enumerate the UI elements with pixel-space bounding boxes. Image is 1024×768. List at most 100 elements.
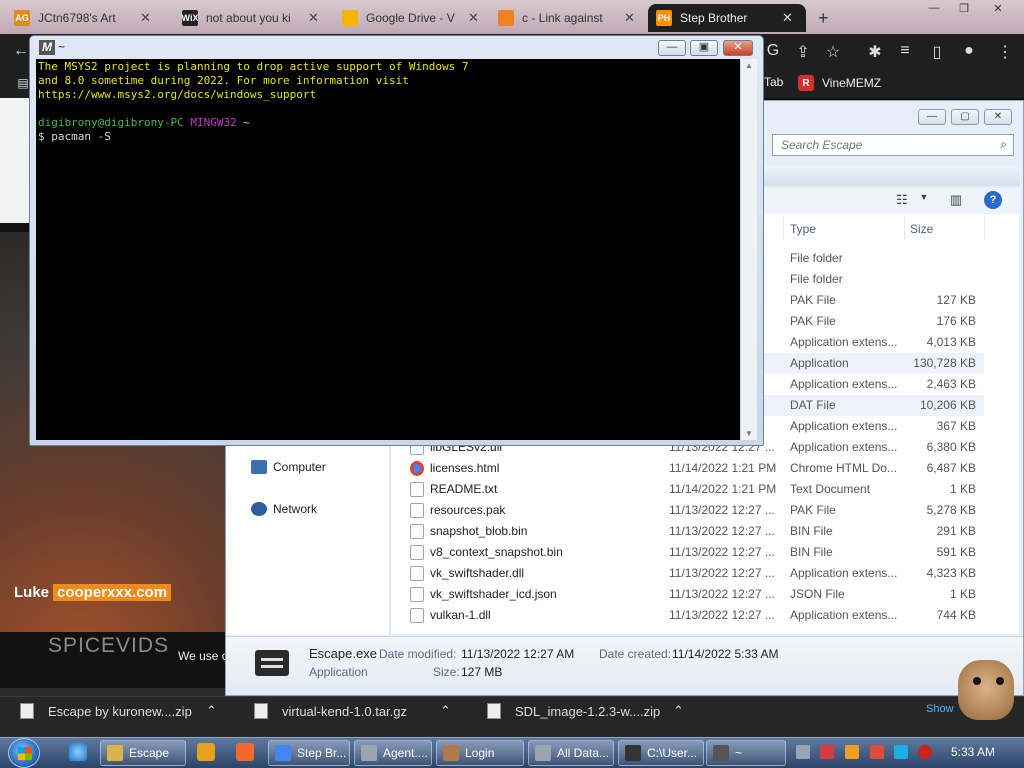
file-type: BIN File — [790, 524, 833, 538]
profile-icon[interactable]: ● — [958, 42, 980, 62]
show-all-link[interactable]: Show — [926, 703, 954, 715]
download-item[interactable]: virtual-kend-1.0.tar.gz ⌃ — [254, 703, 451, 719]
chevron-up-icon[interactable]: ⌃ — [440, 703, 451, 719]
view-options-icon[interactable]: ☷ — [892, 192, 912, 208]
column-divider[interactable] — [984, 216, 985, 240]
details-modified: 11/13/2022 12:27 AM — [461, 647, 575, 661]
taskbar-button[interactable]: Escape — [100, 740, 186, 766]
explorer-maximize-button[interactable]: ▢ — [951, 109, 979, 125]
terminal-scrollbar[interactable] — [740, 59, 757, 440]
file-size: 6,380 KB — [926, 440, 976, 454]
explorer-minimize-button[interactable]: — — [918, 109, 946, 125]
start-button[interactable] — [8, 738, 40, 768]
video-watermark: Luke cooperxxx.com — [14, 584, 172, 601]
antivirus-icon[interactable] — [820, 745, 834, 759]
bookmark-star-icon[interactable]: ☆ — [822, 42, 844, 62]
desktop-mascot — [958, 660, 1014, 720]
tab-favicon: AG — [14, 10, 30, 26]
taskbar-button[interactable]: C:\User... — [618, 740, 704, 766]
playlist-icon[interactable]: ≡ — [894, 42, 916, 62]
close-tab-icon[interactable]: ✕ — [468, 10, 479, 26]
search-tray-icon[interactable] — [845, 745, 859, 759]
column-divider[interactable] — [904, 216, 905, 240]
chevron-up-icon[interactable]: ⌃ — [673, 703, 684, 719]
browser-restore-button[interactable]: ❐ — [950, 2, 978, 20]
new-tab-button[interactable]: + — [818, 8, 829, 29]
column-header-type[interactable]: Type — [790, 222, 816, 236]
file-row[interactable]: licenses.html 11/14/2022 1:21 PM Chrome HT… — [406, 458, 984, 479]
download-label: virtual-kend-1.0.tar.gz — [282, 703, 408, 719]
column-header-size[interactable]: Size — [910, 222, 933, 236]
tab-favicon — [498, 10, 514, 26]
terminal-minimize-button[interactable]: — — [658, 40, 686, 56]
column-divider[interactable] — [783, 216, 784, 240]
file-size: 1 KB — [949, 482, 976, 496]
clock[interactable]: 5:33 AM — [951, 745, 995, 759]
nav-item-computer[interactable]: Computer — [251, 460, 326, 474]
terminal-close-button[interactable]: ✕ — [723, 40, 753, 56]
close-tab-icon[interactable]: ✕ — [624, 10, 635, 26]
terminal-maximize-button[interactable]: ▣ — [690, 40, 718, 56]
file-name: vk_swiftshader.dll — [430, 566, 525, 580]
search-icon[interactable]: ⌕ — [1000, 137, 1007, 152]
taskbar-button[interactable]: All Data... — [528, 740, 614, 766]
terminal-output[interactable]: The MSYS2 project is planning to drop ac… — [36, 59, 740, 440]
close-tab-icon[interactable]: ✕ — [308, 10, 319, 26]
nav-item-network[interactable]: Network — [251, 502, 317, 516]
file-row[interactable]: resources.pak 11/13/2022 12:27 ... PAK Fil… — [406, 500, 984, 521]
file-row[interactable]: vk_swiftshader.dll 11/13/2022 12:27 ... Ap… — [406, 563, 984, 584]
bookmark-vinememz[interactable]: R VineMEMZ — [798, 75, 881, 91]
file-row[interactable]: vulkan-1.dll 11/13/2022 12:27 ... Applicat… — [406, 605, 984, 626]
taskbar-button[interactable]: Step Br... — [268, 740, 350, 766]
file-size: 2,463 KB — [926, 377, 976, 391]
help-icon[interactable]: ? — [984, 191, 1002, 209]
explorer-close-button[interactable]: ✕ — [984, 109, 1012, 125]
tray-icon[interactable] — [796, 745, 810, 759]
download-item[interactable]: Escape by kuronew....zip ⌃ — [20, 703, 217, 719]
browser-tab[interactable]: c - Link against ✕ — [490, 4, 648, 32]
site-watermark: cooperxxx.com — [53, 584, 172, 601]
vine-icon: R — [798, 75, 814, 91]
tab-label: not about you ki — [206, 11, 291, 25]
download-item[interactable]: SDL_image-1.2.3-w....zip ⌃ — [487, 703, 684, 719]
file-row[interactable]: snapshot_blob.bin 11/13/2022 12:27 ... BIN… — [406, 521, 984, 542]
preview-pane-icon[interactable]: ▥ — [946, 192, 966, 208]
file-icon — [410, 503, 424, 518]
browser-close-button[interactable]: ✕ — [984, 2, 1012, 20]
browser-minimize-button[interactable]: — — [920, 2, 948, 20]
bookmark-tab[interactable]: Tab — [764, 75, 783, 89]
ie-icon[interactable] — [69, 743, 87, 761]
file-row[interactable]: v8_context_snapshot.bin 11/13/2022 12:27 … — [406, 542, 984, 563]
chevron-down-icon[interactable]: ▼ — [914, 192, 934, 208]
network-tray-icon[interactable] — [894, 745, 908, 759]
network-icon — [251, 502, 267, 516]
close-tab-icon[interactable]: ✕ — [782, 10, 793, 26]
menu-icon[interactable]: ⋮ — [994, 42, 1016, 62]
browser-tab[interactable]: AG JCtn6798's Art ✕ — [6, 4, 164, 32]
browser-tab[interactable]: Google Drive - V ✕ — [334, 4, 492, 32]
prompt-user-host: digibrony@digibrony-PC — [38, 116, 191, 129]
close-tab-icon[interactable]: ✕ — [140, 10, 151, 26]
browser-tab[interactable]: WiX not about you ki ✕ — [174, 4, 332, 32]
file-row[interactable]: README.txt 11/14/2022 1:21 PM Text Documen… — [406, 479, 984, 500]
extensions-icon[interactable]: ✱ — [864, 42, 886, 62]
taskbar-button[interactable]: Login — [436, 740, 524, 766]
tab-favicon: WiX — [182, 10, 198, 26]
file-type: File folder — [790, 272, 843, 286]
taskbar-button[interactable]: Agent.... — [354, 740, 432, 766]
file-type: DAT File — [790, 398, 836, 412]
google-icon[interactable]: G — [762, 42, 784, 62]
media-player-icon[interactable] — [197, 743, 215, 761]
file-size: 4,323 KB — [926, 566, 976, 580]
record-icon[interactable] — [918, 745, 932, 759]
chevron-up-icon[interactable]: ⌃ — [206, 703, 217, 719]
share-icon[interactable]: ⇪ — [792, 42, 814, 62]
browser-tab[interactable]: PH Step Brother ✕ — [648, 4, 806, 32]
search-input[interactable]: Search Escape ⌕ — [772, 134, 1014, 156]
sidepanel-icon[interactable]: ▯ — [926, 42, 948, 62]
app-icon[interactable] — [236, 743, 254, 761]
taskbar-button[interactable]: ~ — [706, 740, 786, 766]
site-brand: SPICEVIDS — [48, 634, 170, 657]
file-row[interactable]: vk_swiftshader_icd.json 11/13/2022 12:27 … — [406, 584, 984, 605]
flag-icon[interactable] — [870, 745, 884, 759]
